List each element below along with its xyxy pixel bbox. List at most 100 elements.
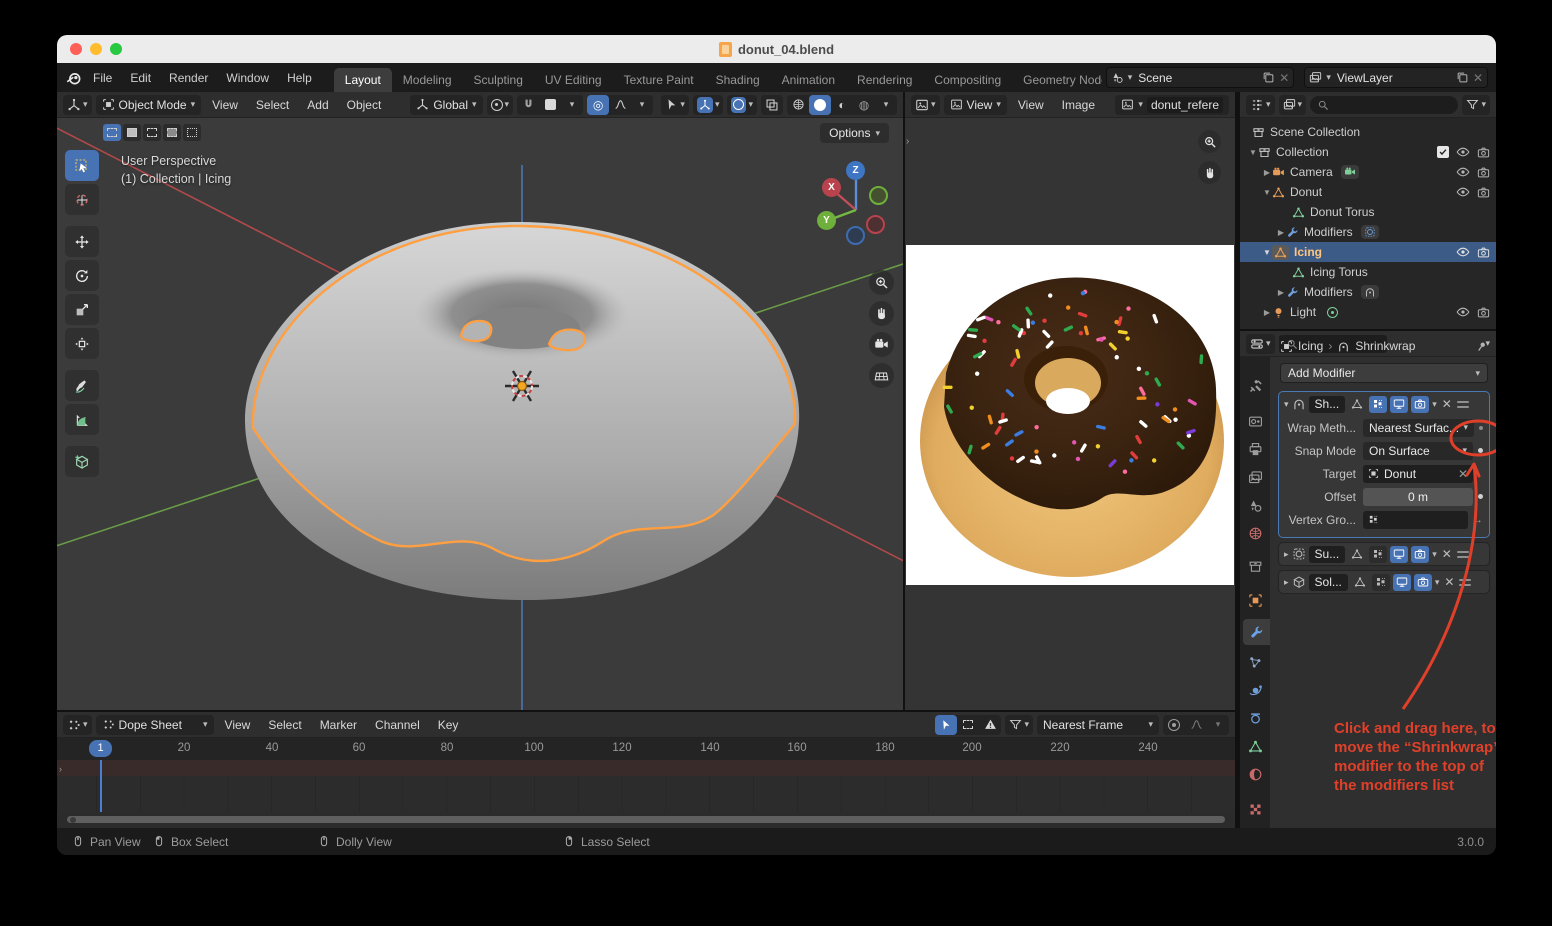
animate-dot[interactable]	[1478, 494, 1483, 499]
tab-tool[interactable]	[1240, 373, 1270, 399]
expander-icon[interactable]: ▶	[1262, 168, 1272, 177]
only-errors-toggle[interactable]	[979, 715, 1001, 735]
add-modifier-button[interactable]: Add Modifier ▾	[1280, 363, 1488, 383]
outliner-row-icing[interactable]: ▼ Icing	[1240, 242, 1496, 262]
viewport-menu-add[interactable]: Add	[300, 95, 335, 115]
falloff-chevron[interactable]: ▾	[1207, 715, 1229, 735]
animate-dot[interactable]	[1478, 448, 1483, 453]
region-expand-icon[interactable]: ›	[59, 764, 62, 774]
minimize-window-button[interactable]	[90, 43, 102, 55]
close-window-button[interactable]	[70, 43, 82, 55]
shading-wireframe-button[interactable]	[787, 95, 809, 115]
viewlayer-name[interactable]: ViewLayer	[1335, 71, 1452, 85]
snap-mode-dropdown[interactable]: On Surface▾	[1363, 442, 1473, 460]
shading-chevron[interactable]: ▾	[875, 95, 897, 115]
shading-rendered-button[interactable]: ◍	[853, 95, 875, 115]
current-frame-badge[interactable]: 1	[89, 740, 112, 757]
modifier-drag-handle[interactable]	[1459, 579, 1471, 586]
collection-checkbox[interactable]	[1437, 146, 1449, 158]
select-mode-intersect[interactable]	[183, 124, 201, 141]
subsurf-modifier-badge[interactable]	[1361, 225, 1379, 239]
gizmo-x-axis[interactable]: X	[822, 178, 841, 197]
delete-modifier-button[interactable]: ✕	[1442, 547, 1452, 561]
dope-menu-channel[interactable]: Channel	[368, 715, 427, 735]
tool-rotate[interactable]	[65, 260, 99, 291]
modifier-extras-dropdown[interactable]: ▾	[1435, 578, 1440, 587]
tab-texture[interactable]	[1240, 796, 1270, 822]
image-zoom-button[interactable]	[1198, 130, 1221, 153]
new-scene-icon[interactable]	[1262, 71, 1275, 84]
breadcrumb-object[interactable]: Icing	[1298, 339, 1323, 353]
image-name[interactable]: donut_refere	[1147, 97, 1223, 113]
clear-target-icon[interactable]: ✕	[1458, 467, 1468, 481]
dope-menu-key[interactable]: Key	[431, 715, 466, 735]
tab-output[interactable]	[1240, 436, 1270, 462]
properties-editor[interactable]: ▾ ▾	[1240, 331, 1496, 828]
dope-horizontal-scrollbar[interactable]	[67, 816, 1225, 823]
tab-animation[interactable]: Animation	[771, 68, 846, 92]
wrap-method-dropdown[interactable]: Nearest Surfac...▾	[1363, 419, 1474, 437]
expander-icon[interactable]: ▼	[1262, 188, 1272, 197]
menu-help[interactable]: Help	[279, 67, 320, 89]
viewport-editor-type-button[interactable]: ▾	[63, 95, 92, 115]
tab-rendering[interactable]: Rendering	[846, 68, 923, 92]
outliner-filter-dropdown[interactable]: ▾	[1462, 95, 1490, 115]
modifier-drag-handle[interactable]	[1457, 401, 1469, 408]
render-toggle[interactable]	[1411, 396, 1429, 413]
image-pan-button[interactable]	[1198, 161, 1221, 184]
hide-eye-icon[interactable]	[1456, 165, 1470, 179]
remove-viewlayer-icon[interactable]: ✕	[1473, 71, 1483, 85]
pin-icon[interactable]	[1472, 337, 1490, 355]
donut-mesh[interactable]	[245, 222, 799, 600]
menu-render[interactable]: Render	[161, 67, 216, 89]
gizmo-x-neg-axis[interactable]	[866, 215, 885, 234]
outliner-row-icing-modifiers[interactable]: ▶ Modifiers	[1240, 282, 1496, 302]
panel-expand-icon[interactable]: ▸	[1284, 550, 1289, 559]
viewport-pan-button[interactable]	[869, 301, 894, 326]
snap-chevron[interactable]: ▾	[561, 95, 583, 115]
camera-data-badge[interactable]	[1341, 165, 1359, 179]
modifier-name-field[interactable]: Sol...	[1309, 574, 1348, 591]
overlays-dropdown[interactable]: ▾	[727, 95, 757, 115]
modifier-extras-dropdown[interactable]: ▾	[1432, 400, 1437, 409]
viewport-perspective-toggle-button[interactable]	[869, 363, 894, 388]
delete-modifier-button[interactable]: ✕	[1442, 397, 1452, 411]
disable-render-icon[interactable]	[1477, 246, 1490, 259]
dope-filter-dropdown[interactable]: ▾	[1005, 715, 1033, 735]
tab-constraints[interactable]	[1240, 705, 1270, 731]
on-cage-toggle[interactable]	[1348, 546, 1366, 563]
tab-object[interactable]	[1240, 587, 1270, 613]
outliner-row-donut-modifiers[interactable]: ▶ Modifiers	[1240, 222, 1496, 242]
new-viewlayer-icon[interactable]	[1456, 71, 1469, 84]
vertex-group-field[interactable]	[1363, 511, 1468, 529]
tool-move[interactable]	[65, 226, 99, 257]
snap-target-dropdown[interactable]	[539, 95, 561, 115]
gizmos-dropdown[interactable]: ▾	[693, 95, 724, 115]
delete-modifier-button[interactable]: ✕	[1444, 575, 1454, 589]
dope-editor-type-button[interactable]: ▾	[63, 715, 92, 735]
expander-icon[interactable]: ▶	[1276, 288, 1286, 297]
animate-dot[interactable]	[1479, 426, 1483, 430]
expander-icon[interactable]: ▼	[1248, 148, 1258, 157]
tab-modeling[interactable]: Modeling	[392, 68, 463, 92]
image-editor[interactable]: ▾ View ▾ View Image ▾ donut_refere	[905, 92, 1235, 710]
select-mode-extend[interactable]	[123, 124, 141, 141]
scene-name[interactable]: Scene	[1136, 71, 1258, 85]
light-data-badge[interactable]	[1324, 306, 1341, 319]
mode-dropdown[interactable]: Object Mode ▾	[96, 95, 202, 115]
realtime-toggle[interactable]	[1390, 546, 1408, 563]
proportional-editing-toggle[interactable]: ◎	[587, 95, 609, 115]
maximize-window-button[interactable]	[110, 43, 122, 55]
outliner-row-collection[interactable]: ▼ Collection	[1240, 142, 1496, 162]
current-frame-line[interactable]	[100, 760, 102, 812]
outliner-row-camera[interactable]: ▶ Camera	[1240, 162, 1496, 182]
select-mode-subtract[interactable]	[143, 124, 161, 141]
snap-dropdown[interactable]: Nearest Frame ▾	[1037, 715, 1159, 735]
proportional-toggle[interactable]	[1163, 715, 1185, 735]
menu-file[interactable]: File	[85, 67, 120, 89]
gizmo-y-axis[interactable]: Y	[817, 211, 836, 230]
tab-scene[interactable]	[1240, 492, 1270, 518]
on-cage-toggle[interactable]	[1348, 396, 1366, 413]
tab-object-data[interactable]	[1240, 733, 1270, 759]
select-mode-new[interactable]	[103, 124, 121, 141]
